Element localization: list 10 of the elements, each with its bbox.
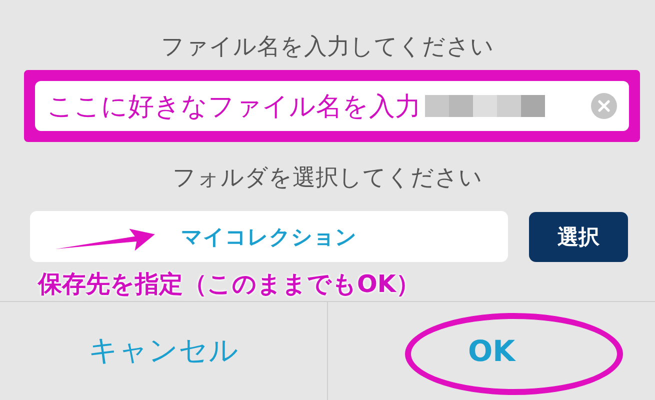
folder-label: フォルダを選択してください (172, 164, 484, 193)
select-button[interactable]: 選択 (529, 212, 628, 262)
filename-label: ファイル名を入力してください (160, 33, 495, 62)
annotation-text: ここに好きなファイル名を入力 (47, 90, 421, 124)
annotation-text: 保存先を指定（このままでもOK） (38, 269, 421, 298)
ok-button[interactable]: OK (327, 302, 655, 400)
cancel-button[interactable]: キャンセル (0, 302, 327, 400)
folder-field[interactable]: マイコレクション (30, 211, 508, 262)
clear-icon[interactable] (591, 93, 617, 119)
filename-field[interactable]: ここに好きなファイル名を入力 (35, 81, 629, 131)
